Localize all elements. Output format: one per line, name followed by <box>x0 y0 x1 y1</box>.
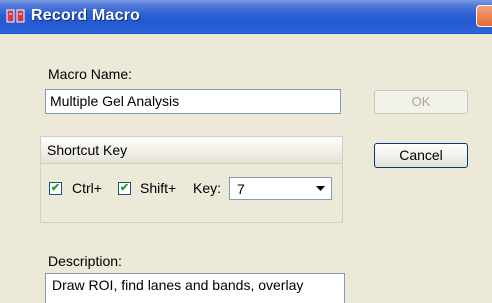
key-label: Key: <box>193 180 222 196</box>
description-textarea[interactable]: Draw ROI, find lanes and bands, overlay <box>45 273 345 303</box>
chevron-down-icon[interactable] <box>316 186 325 192</box>
key-dropdown[interactable]: 7 <box>229 177 332 200</box>
key-value: 7 <box>237 181 245 197</box>
shortcut-key-label: Shortcut Key <box>47 142 128 158</box>
title-bar[interactable]: Record Macro <box>0 0 492 34</box>
shift-checkbox[interactable]: ✔ <box>118 182 131 195</box>
check-icon: ✔ <box>119 182 130 194</box>
check-icon: ✔ <box>50 182 61 194</box>
macro-app-icon <box>6 9 25 23</box>
cancel-button[interactable]: Cancel <box>374 143 468 168</box>
window-title: Record Macro <box>31 7 141 24</box>
ok-button[interactable]: OK <box>374 90 468 114</box>
ctrl-label: Ctrl+ <box>72 180 102 196</box>
ctrl-checkbox[interactable]: ✔ <box>49 182 62 195</box>
shortcut-key-header: Shortcut Key <box>41 137 342 164</box>
description-label: Description: <box>48 253 122 269</box>
shift-label: Shift+ <box>140 180 177 196</box>
macro-name-input[interactable]: Multiple Gel Analysis <box>45 89 341 114</box>
close-button[interactable] <box>476 5 492 27</box>
macro-name-label: Macro Name: <box>48 66 133 82</box>
